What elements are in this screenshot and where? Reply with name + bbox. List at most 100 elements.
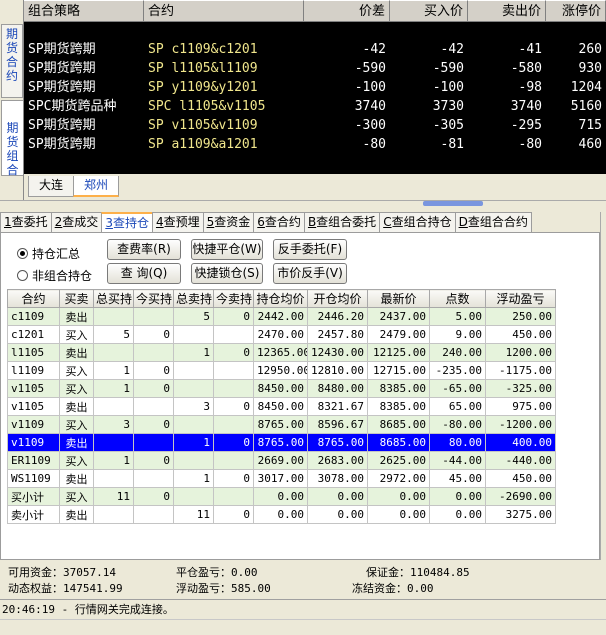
position-row[interactable]: WS1109 卖出 1 0 3017.00 3078.00 2972.00 45.00 450.… (7, 469, 556, 488)
position-row[interactable]: v1109 卖出 1 0 8765.00 8765.00 8685.00 80.00 400.0… (7, 433, 556, 452)
func-tab[interactable]: C查组合持仓 (379, 212, 456, 232)
quote-cell-bid: -305 (432, 118, 464, 133)
quote-row[interactable]: SP期货跨期 SP a1109&a1201 -80 -81 -80 460 (24, 135, 606, 154)
func-tab-hotkey: C (383, 215, 392, 229)
func-tab[interactable]: 2查成交 (50, 212, 103, 232)
vtab-futures-combos[interactable]: 期货组合 (1, 100, 23, 177)
position-cell: 3 (173, 397, 214, 416)
position-row[interactable]: ER1109 买入 1 0 2669.00 2683.00 2625.00 -44.00 -44… (7, 451, 556, 470)
radio-position-summary[interactable]: 持仓汇总 (17, 245, 80, 262)
floating-pnl: 浮动盈亏：585.00 (176, 582, 271, 595)
func-tab-label: 查成交 (62, 215, 99, 229)
quick-close-button[interactable]: 快捷平仓(W) (191, 239, 263, 260)
quote-col-header[interactable]: 卖出价 (468, 0, 546, 22)
quote-cell-contract: SPC l1105&v1105 (148, 99, 266, 114)
quote-col-header[interactable]: 价差 (304, 0, 390, 22)
position-cell: 8596.67 (307, 415, 368, 434)
position-cell: 11 (173, 505, 214, 524)
position-cell: 240.00 (429, 343, 486, 362)
position-cell: 卖出 (59, 397, 94, 416)
position-cell: 买入 (59, 415, 94, 434)
quote-row[interactable]: SP期货跨期 SP l1105&l1109 -590 -590 -580 930 (24, 59, 606, 78)
position-cell: 卖出 (59, 469, 94, 488)
exchange-tab[interactable]: 大连 (28, 176, 75, 197)
radio-non-combo-positions[interactable]: 非组合持仓 (17, 267, 92, 284)
position-cell: -80.00 (429, 415, 486, 434)
quote-col-header[interactable]: 买入价 (390, 0, 468, 22)
quote-row[interactable]: SPC期货跨品种 SPC l1105&v1105 3740 3730 3740 5160 (24, 97, 606, 116)
func-tab[interactable]: 4查预埋 (151, 212, 204, 232)
quote-col-header[interactable]: 组合策略 (24, 0, 144, 22)
position-cell (213, 325, 254, 344)
position-cell: v1109 (7, 415, 60, 434)
function-tab-bar: 1查委托 2查成交 3查持仓 4查预埋 5查资金 6查合约 B查组合委托 C查组合持仓 D查组合… (0, 212, 600, 232)
position-cell: 8685.00 (367, 433, 430, 452)
position-cell: 5 (173, 307, 214, 326)
market-reverse-button[interactable]: 市价反手(V) (273, 263, 347, 284)
position-cell: 1 (173, 343, 214, 362)
position-cell: 卖出 (59, 343, 94, 362)
position-cell (93, 433, 134, 452)
grid-col-header[interactable]: 今卖持 (213, 289, 254, 308)
position-cell: 0.00 (429, 487, 486, 506)
func-tab-hotkey: 1 (4, 215, 12, 229)
quote-row[interactable]: SP期货跨期 SP c1109&c1201 -42 -42 -41 260 (24, 40, 606, 59)
position-cell: 0 (133, 451, 174, 470)
quick-lock-button[interactable]: 快捷锁仓(S) (191, 263, 263, 284)
position-cell: 5 (93, 325, 134, 344)
quote-cell-spread: -300 (354, 118, 386, 133)
grid-col-header[interactable]: 持仓均价 (253, 289, 308, 308)
func-tab[interactable]: D查组合合约 (454, 212, 532, 232)
position-row[interactable]: v1105 买入 1 0 8450.00 8480.00 8385.00 -65.00 -325… (7, 379, 556, 398)
func-tab[interactable]: 1查委托 (0, 212, 52, 232)
grid-col-header[interactable]: 最新价 (367, 289, 430, 308)
grid-col-header[interactable]: 买卖 (59, 289, 94, 308)
position-row[interactable]: l1109 买入 1 0 12950.00 12810.00 12715.00 -235.00… (7, 361, 556, 380)
grid-col-header[interactable]: 浮动盈亏 (485, 289, 556, 308)
reverse-order-button[interactable]: 反手委托(F) (273, 239, 347, 260)
bottom-strip (0, 619, 606, 635)
splitter-grip[interactable] (423, 201, 483, 206)
grid-col-header[interactable]: 总买持 (93, 289, 134, 308)
position-cell: 0 (213, 505, 254, 524)
position-cell: 0.00 (367, 505, 430, 524)
exchange-tab[interactable]: 郑州 (73, 176, 120, 197)
grid-col-header[interactable]: 总卖持 (173, 289, 214, 308)
right-scroll-gutter[interactable] (600, 212, 606, 560)
quote-cell-limit-up: 930 (578, 61, 602, 76)
panel-splitter[interactable] (0, 200, 606, 207)
func-tab[interactable]: 5查资金 (202, 212, 255, 232)
position-cell: 8480.00 (307, 379, 368, 398)
position-cell: 卖小计 (7, 505, 60, 524)
grid-col-header[interactable]: 今买持 (133, 289, 174, 308)
position-row[interactable]: c1201 买入 5 0 2470.00 2457.80 2479.00 9.00 450.00 (7, 325, 556, 344)
vtab-futures-contracts[interactable]: 期货合约 (1, 24, 23, 98)
quote-col-header[interactable]: 涨停价 (546, 0, 606, 22)
quote-row[interactable]: SP期货跨期 SP v1105&v1109 -300 -305 -295 715 (24, 116, 606, 135)
grid-col-header[interactable]: 开仓均价 (307, 289, 368, 308)
position-cell: 12950.00 (253, 361, 308, 380)
position-cell (213, 379, 254, 398)
quote-row[interactable]: SP期货跨期 SP y1109&y1201 -100 -100 -98 1204 (24, 78, 606, 97)
quote-col-header[interactable]: 合约 (144, 0, 304, 22)
fee-rate-button[interactable]: 查费率(R) (107, 239, 181, 260)
position-cell: 买小计 (7, 487, 60, 506)
exchange-tab-bar: 大连 郑州 (24, 176, 606, 198)
quote-cell-spread: -80 (362, 137, 386, 152)
func-tab[interactable]: 6查合约 (253, 212, 305, 232)
position-cell: c1201 (7, 325, 60, 344)
position-row[interactable]: v1105 卖出 3 0 8450.00 8321.67 8385.00 65.00 975.0… (7, 397, 556, 416)
grid-col-header[interactable]: 合约 (7, 289, 60, 308)
query-button[interactable]: 查 询(Q) (107, 263, 181, 284)
position-cell: 8450.00 (253, 379, 308, 398)
position-row[interactable]: v1109 买入 3 0 8765.00 8596.67 8685.00 -80.00 -120… (7, 415, 556, 434)
grid-col-header[interactable]: 点数 (429, 289, 486, 308)
quote-cell-limit-up: 260 (578, 42, 602, 57)
func-tab[interactable]: 3查持仓 (101, 212, 153, 232)
position-row[interactable]: l1105 卖出 1 0 12365.00 12430.00 12125.00 240.00 1… (7, 343, 556, 362)
position-row[interactable]: c1109 卖出 5 0 2442.00 2446.20 2437.00 5.00 250.00 (7, 307, 556, 326)
position-row[interactable]: 卖小计 卖出 11 0 0.00 0.00 0.00 0.00 3275.00 (7, 505, 556, 524)
position-row[interactable]: 买小计 买入 11 0 0.00 0.00 0.00 0.00 -2690.00 (7, 487, 556, 506)
func-tab[interactable]: B查组合委托 (303, 212, 381, 232)
quote-cell-ask: -580 (510, 61, 542, 76)
